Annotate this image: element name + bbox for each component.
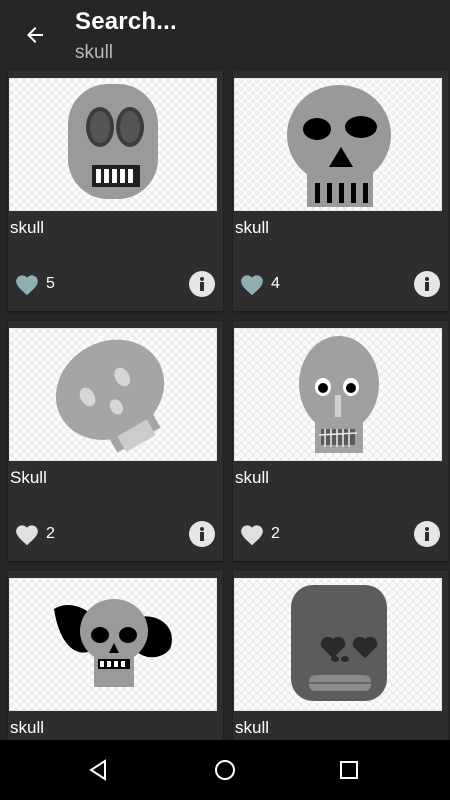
info-icon: [425, 277, 429, 291]
card-title: skull: [235, 218, 270, 237]
info-button[interactable]: [189, 271, 215, 297]
result-card[interactable]: skull: [8, 571, 223, 740]
like-button[interactable]: 2: [14, 520, 55, 548]
result-card[interactable]: skull 4: [233, 71, 448, 311]
like-count: 4: [271, 275, 280, 292]
nav-back-icon: [89, 759, 106, 781]
skull-thumbnail[interactable]: [9, 578, 217, 711]
result-card[interactable]: skull 5: [8, 71, 223, 311]
skull-thumbnail[interactable]: [9, 328, 217, 461]
info-button[interactable]: [189, 521, 215, 547]
nav-back-button[interactable]: [74, 750, 124, 790]
result-card[interactable]: skull: [233, 571, 448, 740]
heart-icon: [241, 275, 263, 296]
like-count: 2: [271, 525, 280, 542]
info-icon: [200, 277, 204, 291]
result-card[interactable]: skull 2: [233, 321, 448, 561]
card-title: skull: [235, 468, 270, 487]
info-icon: [425, 527, 429, 541]
card-title: skull: [10, 718, 45, 737]
like-button[interactable]: 5: [14, 270, 55, 298]
app-toolbar: Search... skull: [0, 0, 450, 71]
skull-thumbnail[interactable]: [9, 78, 217, 211]
card-title: skull: [10, 218, 45, 237]
page-title: Search...: [75, 8, 177, 35]
skull-thumbnail[interactable]: [234, 578, 442, 711]
skull-thumbnail[interactable]: [234, 328, 442, 461]
like-count: 5: [46, 275, 55, 292]
like-button[interactable]: 4: [239, 270, 280, 298]
info-icon: [200, 527, 204, 541]
system-navigation-bar: [0, 740, 450, 800]
skull-thumbnail[interactable]: [234, 78, 442, 211]
nav-home-button[interactable]: [200, 750, 250, 790]
nav-recents-icon: [340, 761, 358, 779]
back-button[interactable]: [14, 16, 56, 54]
heart-icon: [241, 525, 263, 546]
results-grid: skull 5 skull 4 Skull 2 skull 2 skull sk…: [0, 71, 450, 740]
info-button[interactable]: [414, 521, 440, 547]
result-card[interactable]: Skull 2: [8, 321, 223, 561]
nav-recents-button[interactable]: [324, 750, 374, 790]
card-title: skull: [235, 718, 270, 737]
heart-icon: [16, 525, 38, 546]
nav-home-icon: [215, 760, 235, 780]
like-button[interactable]: 2: [239, 520, 280, 548]
search-query: skull: [75, 42, 114, 63]
arrow-back-icon: [27, 27, 43, 43]
heart-icon: [16, 275, 38, 296]
card-title: Skull: [10, 468, 47, 487]
info-button[interactable]: [414, 271, 440, 297]
like-count: 2: [46, 525, 55, 542]
